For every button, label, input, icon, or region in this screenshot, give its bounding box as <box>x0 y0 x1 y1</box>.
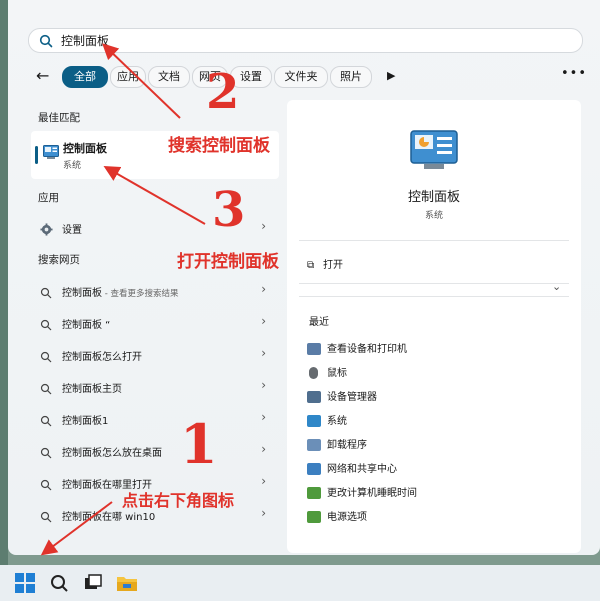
annotation-text-1: 点击右下角图标 <box>122 491 235 510</box>
annotation-step-2: 2 <box>206 64 240 120</box>
annotation-text-2: 搜索控制面板 <box>168 136 270 156</box>
annotation-step-3: 3 <box>212 182 246 238</box>
annotation-step-1: 1 <box>180 412 218 476</box>
annotation-arrows <box>40 43 206 556</box>
annotation-text-3: 打开控制面板 <box>177 252 279 272</box>
